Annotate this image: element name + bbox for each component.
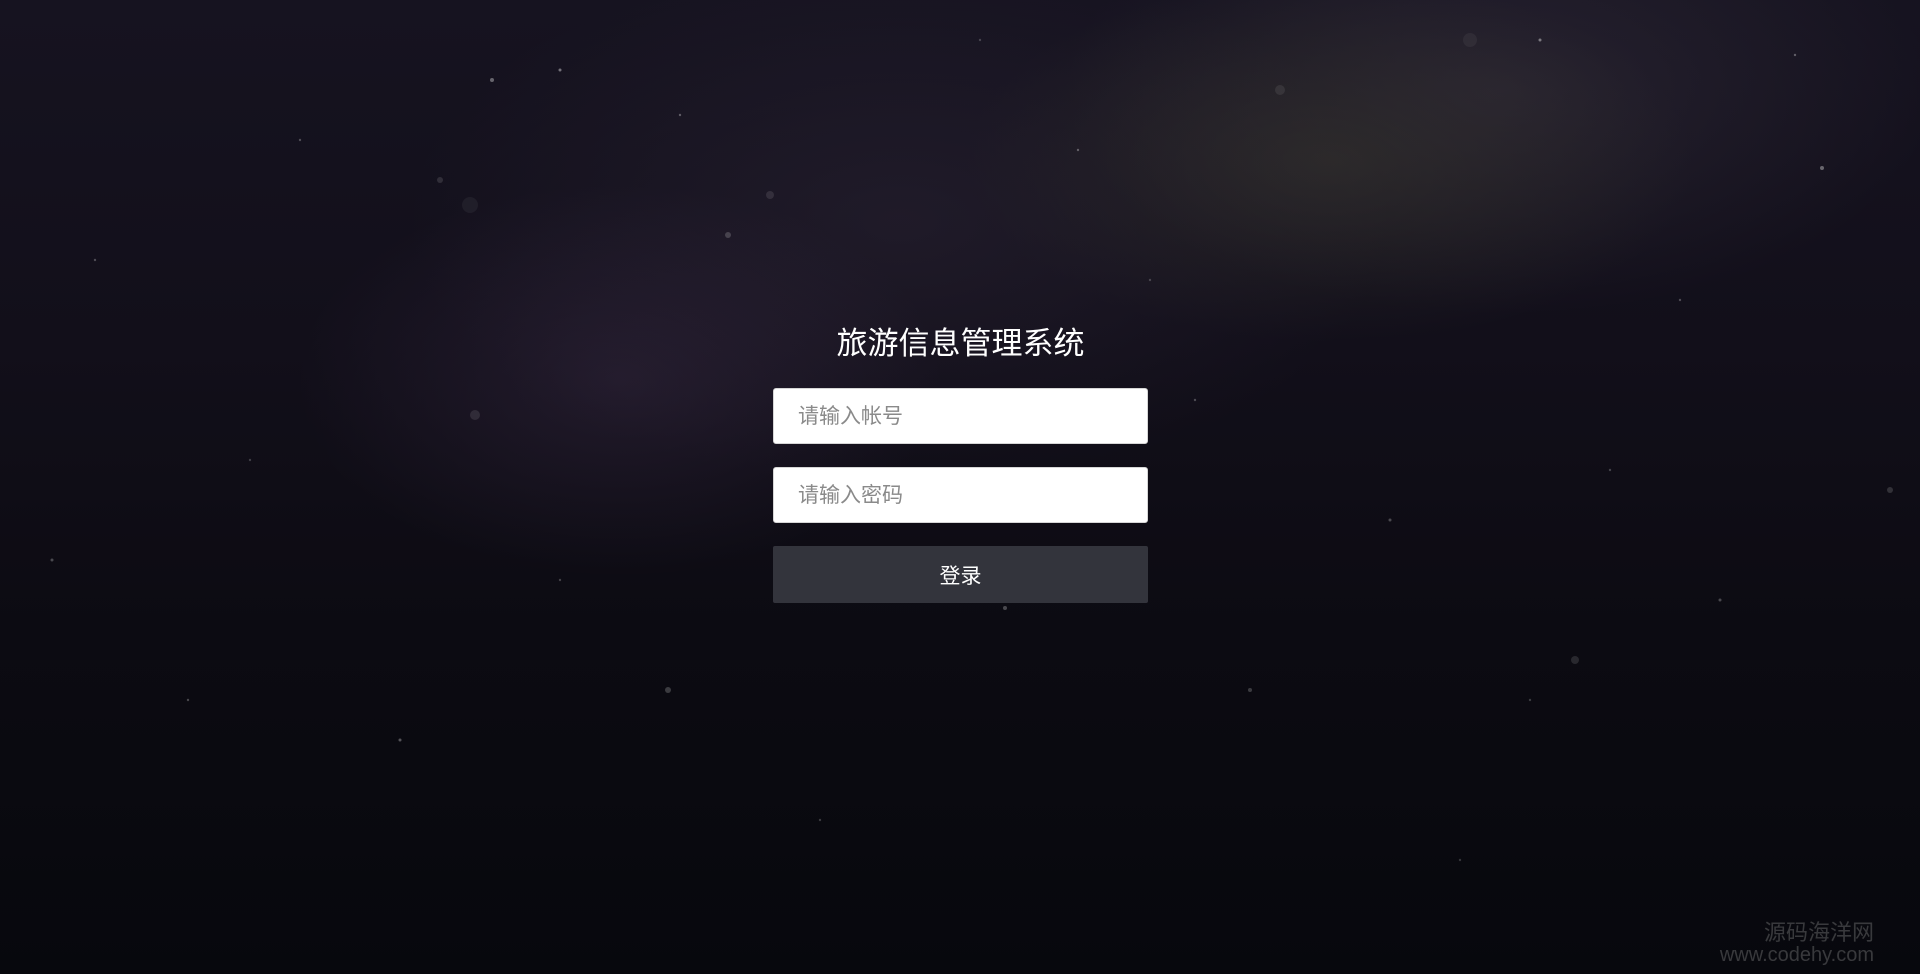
- password-input[interactable]: [773, 467, 1148, 523]
- page-title: 旅游信息管理系统: [836, 326, 1085, 362]
- login-form: 旅游信息管理系统 登录: [773, 318, 1148, 603]
- watermark-url: www.codehy.com: [1719, 944, 1874, 966]
- login-button[interactable]: 登录: [773, 546, 1148, 603]
- watermark: 源码海洋网 www.codehy.com: [1719, 920, 1874, 967]
- watermark-text: 源码海洋网: [1763, 920, 1874, 945]
- account-input[interactable]: [773, 388, 1148, 444]
